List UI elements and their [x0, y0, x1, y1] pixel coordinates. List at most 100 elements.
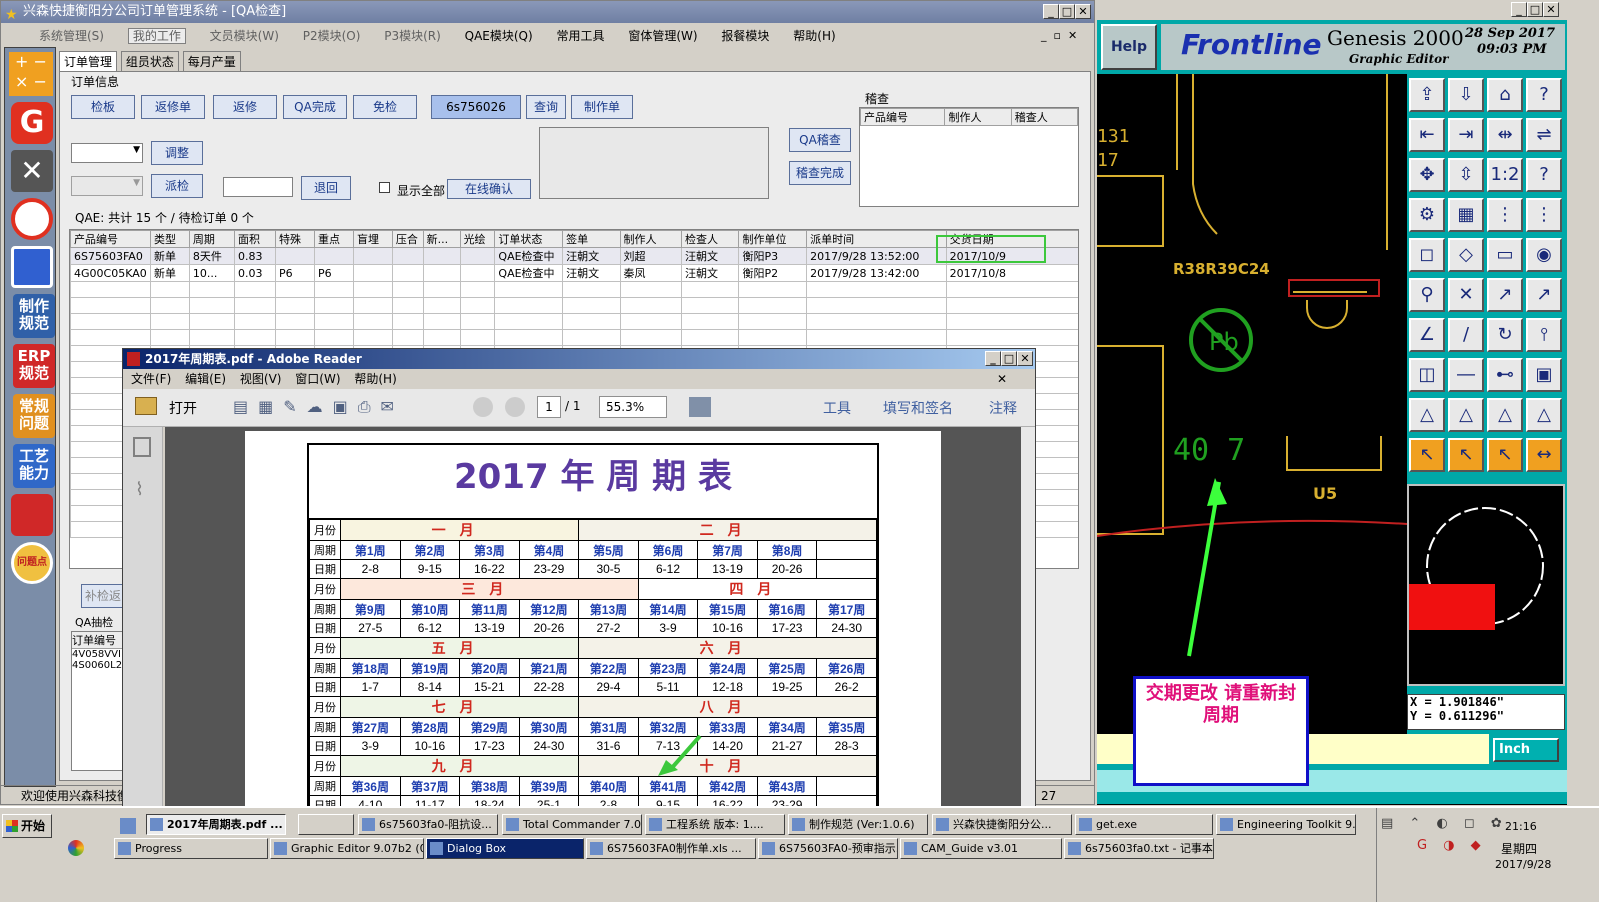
tray-icons[interactable]: ▤ ⌃ ◐ ◻ ✿: [1381, 816, 1508, 831]
genesis-tool-icon[interactable]: /: [1448, 318, 1484, 352]
menu-item[interactable]: 帮助(H): [793, 29, 835, 43]
genesis-tool-icon[interactable]: ―: [1448, 358, 1484, 392]
genesis-tool-icon[interactable]: ⚲: [1409, 278, 1445, 312]
database-icon[interactable]: [11, 494, 53, 536]
genesis-tool-icon[interactable]: ↔: [1526, 438, 1562, 472]
genesis-tool-icon[interactable]: ⇹: [1487, 118, 1523, 152]
online-confirm-button[interactable]: 在线确认: [447, 179, 531, 199]
column-header[interactable]: 新...: [422, 230, 461, 248]
fit-icon[interactable]: [689, 397, 711, 417]
close-button[interactable]: ✕: [1075, 4, 1091, 19]
taskbar-button[interactable]: 2017年周期表.pdf ...: [146, 814, 286, 835]
column-header[interactable]: 盲埋: [352, 230, 393, 248]
menu-item[interactable]: QAE模块(Q): [465, 29, 533, 43]
column-header[interactable]: 周期: [188, 230, 236, 248]
taskbar-button[interactable]: CAM_Guide v3.01: [900, 838, 1062, 859]
menu-item-my-work[interactable]: 我的工作: [127, 28, 186, 44]
open-button[interactable]: 打开: [169, 398, 197, 418]
genesis-tool-icon[interactable]: △: [1487, 398, 1523, 432]
genesis-tool-icon[interactable]: ◉: [1526, 238, 1562, 272]
remarks-box[interactable]: [539, 127, 769, 199]
genesis-tool-icon[interactable]: ↖: [1487, 438, 1523, 472]
rework-button[interactable]: 补检返: [81, 584, 125, 608]
tab-orders[interactable]: 订单管理: [59, 51, 118, 71]
tray-icons-2[interactable]: G ◑ ◆: [1417, 838, 1487, 853]
column-header[interactable]: 制作人: [619, 230, 683, 248]
taskbar-button[interactable]: Dialog Box: [426, 838, 584, 859]
app-g-icon[interactable]: G: [11, 102, 53, 144]
genesis-tool-icon[interactable]: ◻: [1409, 238, 1445, 272]
unit-button[interactable]: Inch: [1493, 738, 1559, 762]
genesis-tool-icon[interactable]: ↖: [1448, 438, 1484, 472]
qa-done-button[interactable]: QA完成: [283, 95, 347, 119]
genesis-tool-icon[interactable]: ◇: [1448, 238, 1484, 272]
genesis-tool-icon[interactable]: ◫: [1409, 358, 1445, 392]
sidebar-item-process[interactable]: 工艺能力: [13, 444, 55, 488]
genesis-tool-icon[interactable]: ⇥: [1448, 118, 1484, 152]
column-header[interactable]: 类型: [149, 230, 190, 248]
taskbar-button[interactable]: Total Commander 7.0...: [502, 814, 642, 835]
genesis-tool-icon[interactable]: ⌂: [1487, 78, 1523, 112]
column-header[interactable]: 重点: [314, 230, 354, 248]
reader-maximize-button[interactable]: □: [1001, 351, 1017, 366]
genesis-maximize-button[interactable]: □: [1527, 2, 1543, 17]
sidebar-item-issues[interactable]: 问题点: [11, 542, 53, 584]
maximize-button[interactable]: □: [1059, 4, 1075, 19]
column-header[interactable]: 签单: [562, 230, 621, 248]
sidebar-item-erp[interactable]: ERP规范: [13, 344, 55, 388]
pages-icon[interactable]: [133, 437, 151, 457]
column-header[interactable]: 订单状态: [494, 230, 564, 248]
menu-item[interactable]: 常用工具: [557, 29, 605, 43]
make-order-button[interactable]: 制作单: [571, 95, 633, 119]
genesis-tool-icon[interactable]: ▭: [1487, 238, 1523, 272]
fanxiu-button[interactable]: 返修: [213, 95, 277, 119]
mianjian-button[interactable]: 免检: [353, 95, 417, 119]
genesis-tool-icon[interactable]: ⫯: [1526, 318, 1562, 352]
reader-close-button[interactable]: ✕: [1017, 351, 1033, 366]
taskbar-button[interactable]: 6S75603FA0制作单.xls ...: [586, 838, 756, 859]
genesis-tool-icon[interactable]: ↗: [1487, 278, 1523, 312]
adjust-button[interactable]: 调整: [151, 141, 203, 165]
return-input[interactable]: [223, 177, 293, 197]
table-row[interactable]: 4G00C05KA0 新单 10... 0.03 P6 P6 QAE检查中 汪朝文 秦凤 汪朝文衡…: [70, 264, 1078, 282]
menu-item[interactable]: P2模块(O): [303, 29, 361, 43]
tab-monthly[interactable]: 每月产量: [182, 51, 241, 72]
audit-done-button[interactable]: 稽查完成: [789, 161, 851, 185]
genesis-tool-icon[interactable]: ✕: [1448, 278, 1484, 312]
taskbar-button[interactable]: Engineering Toolkit 9....: [1216, 814, 1356, 835]
page-down-icon[interactable]: [505, 397, 525, 417]
reader-menu-item[interactable]: 编辑(E): [185, 372, 226, 386]
page-up-icon[interactable]: [473, 397, 493, 417]
close-doc-icon[interactable]: ✕: [997, 369, 1007, 389]
save-icon[interactable]: [11, 246, 53, 288]
genesis-minimize-button[interactable]: _: [1511, 2, 1527, 17]
genesis-tool-icon[interactable]: ⋮: [1526, 198, 1562, 232]
quick-launch-icon[interactable]: [120, 818, 136, 834]
toolbar-icons[interactable]: ▤▦✎☁▣⎙✉: [233, 397, 404, 417]
order-number-input[interactable]: 6s756026: [431, 95, 521, 119]
help-button[interactable]: Help: [1101, 24, 1157, 70]
genesis-tool-icon[interactable]: ⇳: [1448, 158, 1484, 192]
column-header[interactable]: 检查人: [681, 230, 740, 248]
genesis-tool-icon[interactable]: ⇌: [1526, 118, 1562, 152]
taskbar-button[interactable]: 6s75603fa0.txt - 记事本: [1064, 838, 1214, 859]
start-button[interactable]: 开始: [2, 814, 52, 838]
taskbar-button[interactable]: get.exe: [1075, 814, 1213, 835]
query-button[interactable]: 查询: [526, 95, 566, 119]
column-header[interactable]: 压合: [391, 230, 424, 248]
dispatch-button[interactable]: 派检: [151, 174, 203, 198]
reader-titlebar[interactable]: 2017年周期表.pdf - Adobe Reader _ □ ✕: [123, 349, 1035, 369]
graphic-canvas[interactable]: Pb 40 7 131 17 R38R39C24 U5: [1097, 74, 1407, 734]
attachment-icon[interactable]: ⌇: [135, 479, 144, 500]
sidebar-item-spec[interactable]: 制作规范: [13, 294, 55, 338]
taskbar-button-blank[interactable]: [298, 814, 354, 835]
comment-button[interactable]: 注释: [989, 398, 1017, 418]
genesis-tool-icon[interactable]: ↻: [1487, 318, 1523, 352]
sidebar-item-common[interactable]: 常规问题: [13, 394, 55, 438]
column-header[interactable]: 面积: [234, 230, 277, 248]
genesis-tool-icon[interactable]: △: [1526, 398, 1562, 432]
menu-item[interactable]: 窗体管理(W): [628, 29, 697, 43]
genesis-tool-icon[interactable]: ⊷: [1487, 358, 1523, 392]
tab-members[interactable]: 组员状态: [120, 51, 179, 72]
table-row[interactable]: 6S75603FA0 新单 8天件 0.83 QAE检查中 汪朝文 刘超 汪朝文 衡阳P3 201…: [70, 247, 1078, 265]
